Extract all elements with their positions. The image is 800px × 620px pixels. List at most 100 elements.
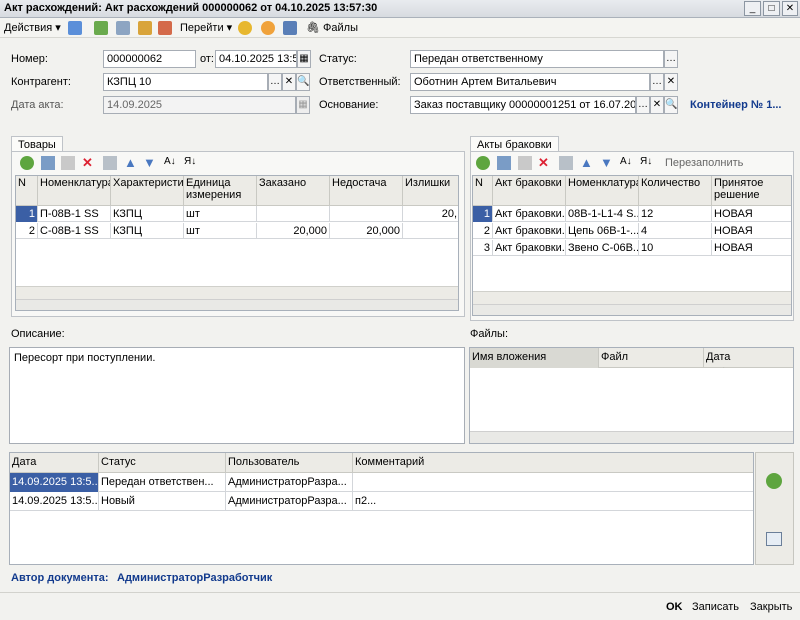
move-up-icon[interactable]: ▲: [124, 156, 138, 170]
table-row[interactable]: 14.09.2025 13:5... Передан ответствен...…: [10, 473, 753, 492]
reject-cell[interactable]: 08В-1-L1-4 S...: [566, 206, 639, 222]
search-basis-icon[interactable]: 🔍: [664, 96, 678, 114]
history-cell[interactable]: 14.09.2025 13:5...: [10, 492, 99, 511]
add-icon[interactable]: [20, 156, 34, 170]
history-cell[interactable]: Передан ответствен...: [99, 473, 226, 492]
reject-cell[interactable]: НОВАЯ: [712, 240, 791, 256]
goods-cell[interactable]: КЗПЦ: [111, 223, 184, 239]
add-history-icon[interactable]: [766, 473, 782, 489]
reject-cell[interactable]: 12: [639, 206, 712, 222]
author-link[interactable]: АдминистраторРазработчик: [117, 572, 272, 584]
status-field[interactable]: Передан ответственному: [410, 50, 664, 68]
history-cell[interactable]: Новый: [99, 492, 226, 511]
clear-counterparty-icon[interactable]: ✕: [282, 73, 296, 91]
table-row[interactable]: 1 Акт браковки... 08В-1-L1-4 S... 12 НОВ…: [473, 206, 791, 222]
sort-desc-icon[interactable]: Я↓: [184, 156, 198, 170]
files-col-name[interactable]: Имя вложения: [470, 348, 599, 368]
goods-col-item[interactable]: Номенклатура: [38, 176, 111, 206]
rejects-col-qty[interactable]: Количество: [639, 176, 712, 206]
history-cell[interactable]: [353, 473, 753, 492]
goods-cell[interactable]: шт: [184, 206, 257, 222]
goto-menu[interactable]: Перейти ▾: [180, 20, 232, 36]
basis-field[interactable]: Заказ поставщику 00000001251 от 16.07.20…: [410, 96, 636, 114]
actions-menu[interactable]: Действия ▾: [4, 20, 61, 36]
number-field[interactable]: 000000062: [103, 50, 196, 68]
post-icon[interactable]: [94, 21, 108, 35]
goods-col-surplus[interactable]: Излишки: [403, 176, 458, 206]
edit-icon[interactable]: [61, 156, 75, 170]
select-status-button[interactable]: …: [664, 50, 678, 68]
reject-cell[interactable]: 2: [473, 223, 493, 239]
maximize-button[interactable]: □: [763, 1, 780, 16]
goods-cell[interactable]: 2: [16, 223, 38, 239]
history-col-user[interactable]: Пользователь: [226, 453, 353, 473]
sort-asc-icon[interactable]: A↓: [164, 156, 178, 170]
goods-col-shortage[interactable]: Недостача: [330, 176, 403, 206]
ok-button[interactable]: OK: [666, 601, 683, 613]
reject-cell[interactable]: Звено С-06В...: [566, 240, 639, 256]
reject-cell[interactable]: Акт браковки...: [493, 206, 566, 222]
refill-button[interactable]: Перезаполнить: [665, 157, 743, 169]
rejects-col-act[interactable]: Акт браковки: [493, 176, 566, 206]
responsible-field[interactable]: Оботнин Артем Витальевич: [410, 73, 650, 91]
goods-cell[interactable]: С-08В-1 SS: [38, 223, 111, 239]
goods-cell[interactable]: 20,000: [330, 223, 403, 239]
goods-col-ordered[interactable]: Заказано: [257, 176, 330, 206]
counterparty-field[interactable]: КЗПЦ 10: [103, 73, 268, 91]
calendar-icon[interactable]: ▦: [297, 50, 311, 68]
rejects-col-item[interactable]: Номенклатура: [566, 176, 639, 206]
search-counterparty-icon[interactable]: 🔍: [296, 73, 310, 91]
goods-cell[interactable]: 20,000: [257, 223, 330, 239]
rejects-hscrollbar[interactable]: [473, 304, 791, 315]
tab-goods[interactable]: Товары: [11, 136, 63, 152]
copy-row-icon[interactable]: [41, 156, 55, 170]
reject-cell[interactable]: 3: [473, 240, 493, 256]
history-cell[interactable]: п2...: [353, 492, 753, 511]
goods-cell[interactable]: шт: [184, 223, 257, 239]
goods-cell[interactable]: [330, 206, 403, 222]
move-down-reject-icon[interactable]: ▼: [600, 156, 614, 170]
goods-cell[interactable]: 1: [16, 206, 38, 222]
copy-reject-icon[interactable]: [497, 156, 511, 170]
table-row[interactable]: 1 П-08В-1 SS КЗПЦ шт 20,: [16, 206, 458, 222]
reject-cell[interactable]: 1: [473, 206, 493, 222]
post-close-icon[interactable]: [68, 21, 82, 35]
end-edit-icon[interactable]: [103, 156, 117, 170]
copy-icon[interactable]: [116, 21, 130, 35]
reject-cell[interactable]: НОВАЯ: [712, 223, 791, 239]
table-row[interactable]: 14.09.2025 13:5... Новый АдминистраторРа…: [10, 492, 753, 511]
edit-reject-icon[interactable]: [518, 156, 532, 170]
history-form-icon[interactable]: [766, 532, 782, 546]
table-row[interactable]: 2 С-08В-1 SS КЗПЦ шт 20,000 20,000: [16, 223, 458, 239]
table-row[interactable]: 3 Акт браковки... Звено С-06В... 10 НОВА…: [473, 240, 791, 256]
rejects-col-decision[interactable]: Принятое решение: [712, 176, 791, 206]
add-reject-icon[interactable]: [476, 156, 490, 170]
goods-cell[interactable]: [257, 206, 330, 222]
container-link[interactable]: Контейнер № 1...: [690, 99, 782, 111]
report-icon[interactable]: [158, 21, 172, 35]
description-textarea[interactable]: Пересорт при поступлении.: [9, 347, 465, 444]
structure-icon[interactable]: [283, 21, 297, 35]
delete-reject-icon[interactable]: ✕: [538, 156, 552, 170]
history-cell[interactable]: АдминистраторРазра...: [226, 492, 353, 511]
history-cell[interactable]: АдминистраторРазра...: [226, 473, 353, 492]
delete-icon[interactable]: ✕: [82, 156, 96, 170]
history-cell[interactable]: 14.09.2025 13:5...: [10, 473, 99, 492]
goods-col-char[interactable]: Характеристика: [111, 176, 184, 206]
rejects-col-n[interactable]: N: [473, 176, 493, 206]
move-down-icon[interactable]: ▼: [143, 156, 157, 170]
clear-basis-icon[interactable]: ✕: [650, 96, 664, 114]
select-basis-button[interactable]: …: [636, 96, 650, 114]
goods-col-unit[interactable]: Единица измерения: [184, 176, 257, 206]
end-edit-reject-icon[interactable]: [559, 156, 573, 170]
table-row[interactable]: 2 Акт браковки... Цепь 06В-1-... 4 НОВАЯ: [473, 223, 791, 239]
sort-desc-reject-icon[interactable]: Я↓: [640, 156, 654, 170]
clear-responsible-icon[interactable]: ✕: [664, 73, 678, 91]
reject-cell[interactable]: Акт браковки...: [493, 240, 566, 256]
history-col-date[interactable]: Дата: [10, 453, 99, 473]
history-col-status[interactable]: Статус: [99, 453, 226, 473]
goods-cell[interactable]: КЗПЦ: [111, 206, 184, 222]
save-button[interactable]: Записать: [692, 601, 739, 613]
files-col-file[interactable]: Файл: [599, 348, 704, 368]
select-responsible-button[interactable]: …: [650, 73, 664, 91]
